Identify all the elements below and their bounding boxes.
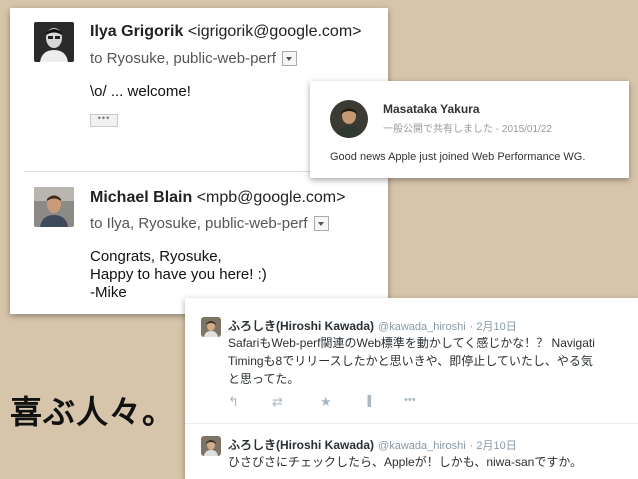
author-handle[interactable]: @kawada_hiroshi	[378, 440, 466, 452]
avatar	[330, 100, 368, 138]
retweet-icon[interactable]: ⇄	[272, 394, 283, 410]
tweet-line: Timingも8でリリースしたかと思いきや、即停止していたし、やる気	[228, 354, 593, 368]
email-body: \o/ ... welcome!	[90, 83, 191, 101]
divider	[185, 423, 638, 424]
avatar	[201, 436, 221, 456]
favorite-icon[interactable]: ★	[320, 394, 332, 410]
gplus-post: Masataka Yakura 一般公開で共有しました - 2015/01/22…	[310, 81, 629, 178]
author-handle[interactable]: @kawada_hiroshi	[378, 321, 466, 333]
slide-caption: 喜ぶ人々。	[10, 393, 176, 431]
tweet-line: SafariもWeb-perf関連のWeb標準を動かしてく感じかな！？ Navi…	[228, 336, 595, 350]
body-line: Congrats, Ryosuke,	[90, 248, 222, 265]
email-body: Congrats, Ryosuke, Happy to have you her…	[90, 248, 267, 302]
avatar	[34, 22, 74, 62]
email-recipients: to Ilya, Ryosuke, public-web-perf	[90, 215, 329, 232]
email-sender: Ilya Grigorik <igrigorik@google.com>	[90, 23, 362, 41]
tweet-text: ひさびさにチェックしたら、Appleが！しかも、niwa-sanですか。	[228, 453, 638, 471]
reply-icon[interactable]: ↰	[228, 394, 239, 410]
tweet-date[interactable]: · 2月10日	[470, 321, 517, 333]
stats-icon[interactable]: ▐	[364, 396, 371, 407]
sender-email: <igrigorik@google.com>	[187, 23, 362, 40]
body-line: Happy to have you here! :)	[90, 266, 267, 283]
email-sender: Michael Blain <mpb@google.com>	[90, 189, 345, 207]
tweet-line: と思ってた。	[228, 372, 300, 386]
recipients-label: to Ryosuke, public-web-perf	[90, 50, 276, 67]
tweet-text: SafariもWeb-perf関連のWeb標準を動かしてく感じかな！？ Navi…	[228, 334, 638, 388]
post-text: Good news Apple just joined Web Performa…	[330, 151, 586, 163]
sender-name: Ilya Grigorik	[90, 23, 184, 40]
tweet-author: ふろしき(Hiroshi Kawada) @kawada_hiroshi · 2月1…	[228, 317, 517, 334]
tweet-line: ひさびさにチェックしたら、Appleが！しかも、niwa-sanですか。	[228, 455, 583, 469]
more-icon[interactable]: •••	[404, 394, 416, 406]
sender-name: Michael Blain	[90, 189, 193, 206]
show-trimmed-content-button[interactable]: •••	[90, 114, 118, 127]
avatar	[34, 187, 74, 227]
post-author[interactable]: Masataka Yakura	[383, 102, 480, 116]
tweet-date[interactable]: · 2月10日	[470, 440, 517, 452]
tweet-list: ふろしき(Hiroshi Kawada) @kawada_hiroshi · 2月1…	[185, 298, 638, 479]
author-name[interactable]: ふろしき(Hiroshi Kawada)	[228, 319, 374, 333]
email-recipients: to Ryosuke, public-web-perf	[90, 50, 297, 67]
chevron-down-icon[interactable]	[313, 215, 329, 231]
avatar	[201, 317, 221, 337]
tweet-author: ふろしき(Hiroshi Kawada) @kawada_hiroshi · 2月1…	[228, 436, 517, 453]
sender-email: <mpb@google.com>	[196, 189, 346, 206]
post-meta: 一般公開で共有しました - 2015/01/22	[383, 124, 552, 135]
chevron-down-icon[interactable]	[281, 50, 297, 66]
body-line: \o/ ... welcome!	[90, 83, 191, 100]
recipients-label: to Ilya, Ryosuke, public-web-perf	[90, 215, 308, 232]
author-name[interactable]: ふろしき(Hiroshi Kawada)	[228, 438, 374, 452]
